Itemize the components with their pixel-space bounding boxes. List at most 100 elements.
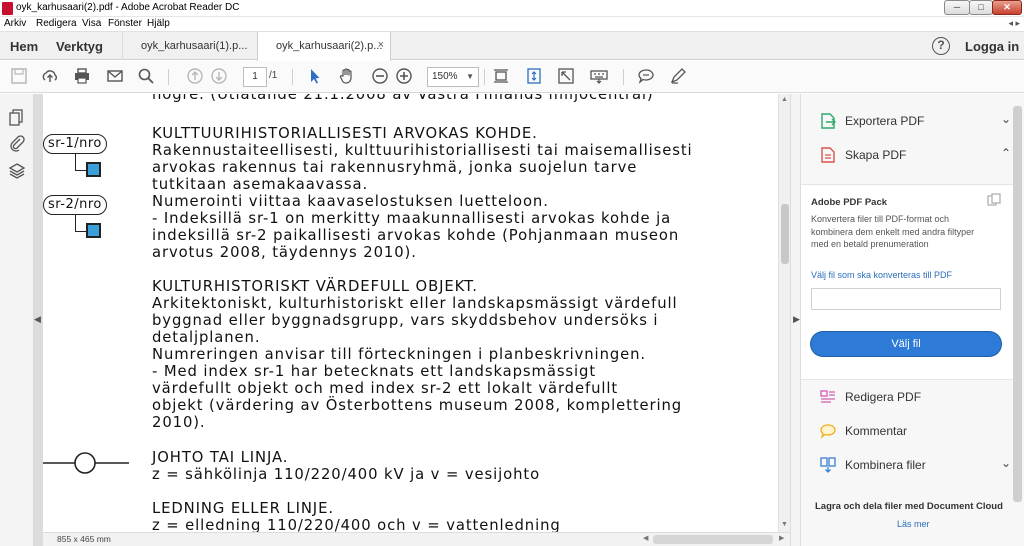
doc-line: Arkitektoniskt, kulturhistoriskt eller l… <box>152 295 678 312</box>
right-panel-toggle[interactable]: ▶ <box>790 94 800 546</box>
menu-item-arkiv[interactable]: Arkiv <box>4 18 26 29</box>
file-select-field[interactable] <box>811 288 1001 310</box>
next-page-icon[interactable] <box>209 67 229 87</box>
doc-line: byggnad eller byggnadsgrupp, vars skydds… <box>152 312 659 329</box>
legend-badge-sr2: sr-2/nro <box>43 195 107 215</box>
menu-item-fonster[interactable]: Fönster <box>108 18 142 29</box>
tools-pane: Exportera PDF ⌄ Skapa PDF ⌃ Adobe PDF Pa… <box>800 94 1024 546</box>
pdf-pack-title: Adobe PDF Pack <box>811 197 888 208</box>
toolbar-separator <box>623 69 624 85</box>
hand-tool-icon[interactable] <box>337 67 357 87</box>
tab-home[interactable]: Hem <box>10 39 38 54</box>
email-icon[interactable] <box>105 67 125 87</box>
select-cursor-icon[interactable] <box>305 67 325 87</box>
close-window-button[interactable]: ✕ <box>992 0 1022 15</box>
previous-page-icon[interactable] <box>185 67 205 87</box>
window-title: oyk_karhusaari(2).pdf - Adobe Acrobat Re… <box>16 2 240 13</box>
highlight-pen-icon[interactable] <box>668 67 688 87</box>
tab-tools[interactable]: Verktyg <box>56 39 103 54</box>
doc-line: detaljplanen. <box>152 329 261 346</box>
fit-page-icon[interactable] <box>491 67 511 87</box>
doc-line: - Indeksillä sr-1 on merkitty maakunnall… <box>152 210 672 227</box>
create-pdf-icon <box>821 147 835 163</box>
menu-scroll-arrows[interactable]: ◂ ▸ <box>1008 18 1020 29</box>
doc-line: arvokas rakennus tai rakennusryhmä, jonk… <box>152 159 638 176</box>
toolbar-separator <box>168 69 169 85</box>
tool-comment[interactable]: Kommentar <box>819 420 1019 444</box>
tool-export-pdf[interactable]: Exportera PDF ⌄ <box>819 110 1019 134</box>
tab-document-1-label: oyk_karhusaari(1).p... <box>141 40 248 52</box>
chevron-down-icon: ▼ <box>466 72 474 81</box>
doc-line: z = elledning 110/220/400 och v = vatten… <box>152 517 561 532</box>
toolbar-separator <box>292 69 293 85</box>
scroll-left-icon[interactable]: ◀ <box>643 534 648 542</box>
doc-line: Numerointi viittaa kaavaselostuksen luet… <box>152 193 549 210</box>
tool-create-label: Skapa PDF <box>845 148 907 162</box>
print-icon[interactable] <box>72 67 92 87</box>
choose-file-button[interactable]: Välj fil <box>811 332 1001 356</box>
tools-pane-scroll-thumb[interactable] <box>1013 106 1022 502</box>
convert-file-label[interactable]: Välj fil som ska konverteras till PDF <box>811 270 952 280</box>
keyboard-icon[interactable] <box>589 67 609 87</box>
attachment-icon[interactable] <box>8 134 26 152</box>
minimize-button[interactable]: ─ <box>944 0 970 15</box>
legend-line-symbol <box>43 452 129 474</box>
doc-heading-sv: KULTURHISTORISKT VÄRDEFULL OBJEKT. <box>152 278 478 295</box>
tab-document-2[interactable]: oyk_karhusaari(2).p... × <box>257 32 391 61</box>
maximize-button[interactable]: □ <box>969 0 993 15</box>
page-thumbnails-icon[interactable] <box>8 108 26 126</box>
collapse-right-pane-icon[interactable]: ▶ <box>793 314 800 325</box>
tab-document-1[interactable]: oyk_karhusaari(1).p... <box>122 32 256 60</box>
menu-item-redigera[interactable]: Redigera <box>36 18 77 29</box>
tool-edit-pdf[interactable]: Redigera PDF <box>819 386 1019 410</box>
doc-heading-line-sv: LEDNING ELLER LINJE. <box>152 500 334 517</box>
tools-pane-scrollbar[interactable] <box>1013 106 1022 502</box>
layers-icon[interactable] <box>8 162 26 180</box>
toolbar-separator <box>484 69 485 85</box>
legend-square-sr1 <box>86 162 101 177</box>
pdf-pack-description: Konvertera filer till PDF-format och kom… <box>811 214 975 249</box>
status-bar: 855 x 465 mm ◀ ▶ <box>43 532 790 546</box>
scroll-mode-icon[interactable] <box>524 67 544 87</box>
zoom-level-select[interactable]: 150% ▼ <box>427 67 479 87</box>
collapse-left-pane-icon[interactable]: ◀ <box>34 314 41 325</box>
search-icon[interactable] <box>136 67 156 87</box>
horizontal-scroll-thumb[interactable] <box>653 535 773 544</box>
page-number-input[interactable]: 1 <box>243 67 267 87</box>
chevron-down-icon[interactable]: ⌄ <box>1001 456 1011 470</box>
menu-item-hjalp[interactable]: Hjälp <box>147 18 170 29</box>
zoom-out-icon[interactable] <box>370 67 390 87</box>
scroll-down-icon[interactable]: ▼ <box>781 521 788 528</box>
copy-icon[interactable] <box>987 193 1001 207</box>
vertical-scroll-thumb[interactable] <box>781 204 789 264</box>
tool-combine-files[interactable]: Kombinera filer ⌄ <box>819 454 1019 478</box>
read-more-link[interactable]: Läs mer <box>897 519 930 529</box>
help-icon[interactable]: ? <box>932 37 950 55</box>
tool-create-pdf[interactable]: Skapa PDF ⌃ <box>819 144 1019 168</box>
zoom-level-value: 150% <box>432 71 458 82</box>
menu-bar: Arkiv Redigera Visa Fönster Hjälp ◂ ▸ <box>0 17 1024 32</box>
scroll-up-icon[interactable]: ▲ <box>781 96 788 103</box>
chevron-down-icon[interactable]: ⌄ <box>1001 112 1011 126</box>
left-navigation-rail <box>0 94 34 546</box>
menu-item-visa[interactable]: Visa <box>82 18 101 29</box>
chevron-up-icon[interactable]: ⌃ <box>1001 146 1011 160</box>
tool-edit-label: Redigera PDF <box>845 390 922 404</box>
comment-bubble-icon <box>820 424 836 439</box>
document-page[interactable]: högre. (Utlåtande 21.1.2008 av Västra Fi… <box>43 94 778 532</box>
vertical-scrollbar[interactable]: ▲ ▼ <box>778 94 790 532</box>
comment-icon[interactable] <box>636 67 656 87</box>
doc-line: indeksillä sr-2 paikallisesti arvokas ko… <box>152 227 680 244</box>
doc-line: Numreringen anvisar till förteckningen i… <box>152 346 647 363</box>
acrobat-app-icon <box>2 2 13 15</box>
login-button[interactable]: Logga in <box>965 39 1019 54</box>
tab-document-2-label: oyk_karhusaari(2).p... <box>276 40 383 52</box>
zoom-in-icon[interactable] <box>394 67 414 87</box>
close-tab-icon[interactable]: × <box>378 39 384 51</box>
edit-pdf-icon <box>820 390 835 403</box>
full-screen-icon[interactable] <box>556 67 576 87</box>
upload-cloud-icon[interactable] <box>40 67 60 87</box>
doc-line: värdefullt objekt och med index sr-2 ett… <box>152 380 619 397</box>
save-icon[interactable] <box>9 67 29 87</box>
scroll-right-icon[interactable]: ▶ <box>779 534 784 542</box>
